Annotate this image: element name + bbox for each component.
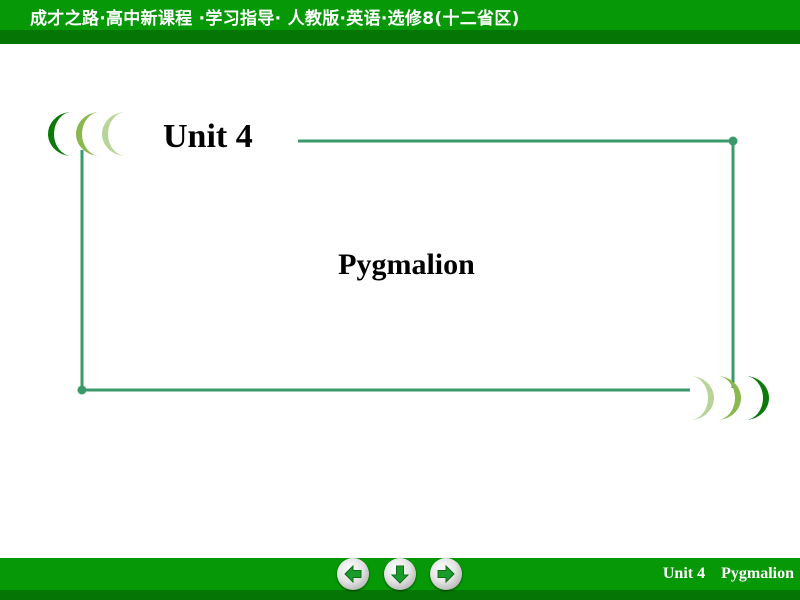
crescent-decoration-right	[690, 376, 769, 420]
frame-corner-dot	[77, 385, 87, 395]
crescent-icon	[745, 376, 769, 420]
crescent-icon	[690, 376, 714, 420]
footer-bar-lower	[0, 590, 800, 600]
footer-label: Unit 4 Pygmalion	[662, 565, 794, 582]
arrow-down-icon	[390, 565, 410, 584]
unit-title: Unit 4	[163, 118, 253, 155]
crescent-icon	[102, 112, 126, 156]
lesson-title: Pygmalion	[338, 248, 475, 281]
previous-slide-button[interactable]	[337, 558, 369, 590]
arrow-right-icon	[437, 564, 455, 584]
crescent-icon	[48, 112, 72, 156]
slide-frame	[48, 112, 769, 420]
arrow-left-icon	[344, 564, 362, 584]
crescent-icon	[76, 112, 100, 156]
crescent-decoration-left	[48, 112, 126, 156]
frame-corner-dot	[728, 136, 738, 146]
next-slide-button[interactable]	[430, 558, 462, 590]
crescent-icon	[717, 376, 741, 420]
home-button[interactable]	[384, 558, 416, 590]
